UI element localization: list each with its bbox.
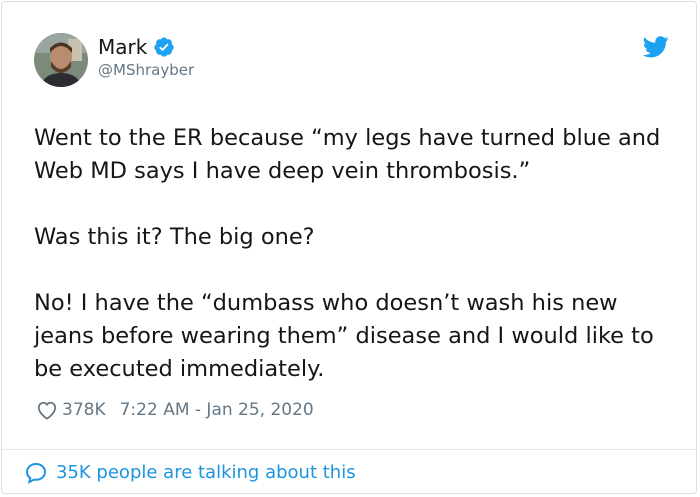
author-handle[interactable]: @MShrayber [98, 60, 194, 80]
timestamp[interactable]: 7:22 AM - Jan 25, 2020 [120, 398, 314, 422]
author-name[interactable]: Mark [98, 35, 147, 59]
heart-icon[interactable] [36, 400, 58, 420]
avatar-photo [34, 33, 88, 87]
tweet-paragraph: Was this it? The big one? [34, 224, 315, 250]
author-name-row[interactable]: Mark [98, 35, 175, 59]
divider [2, 449, 696, 450]
tweet-paragraph: No! I have the “dumbass who doesn’t wash… [34, 290, 654, 382]
verified-badge-icon [153, 36, 175, 58]
twitter-bird-icon[interactable] [642, 36, 669, 58]
tweet-meta: 378K 7:22 AM - Jan 25, 2020 [36, 398, 314, 422]
conversation-label[interactable]: 35K people are talking about this [56, 461, 356, 485]
tweet-card: Mark @MShrayber Went to the ER because “… [1, 1, 697, 494]
like-count[interactable]: 378K [62, 398, 106, 422]
tweet-text: Went to the ER because “my legs have tur… [34, 122, 684, 386]
speech-bubble-icon [24, 461, 48, 485]
conversation-link[interactable]: 35K people are talking about this [24, 461, 356, 485]
avatar[interactable] [34, 33, 88, 87]
tweet-paragraph: Went to the ER because “my legs have tur… [34, 125, 661, 184]
